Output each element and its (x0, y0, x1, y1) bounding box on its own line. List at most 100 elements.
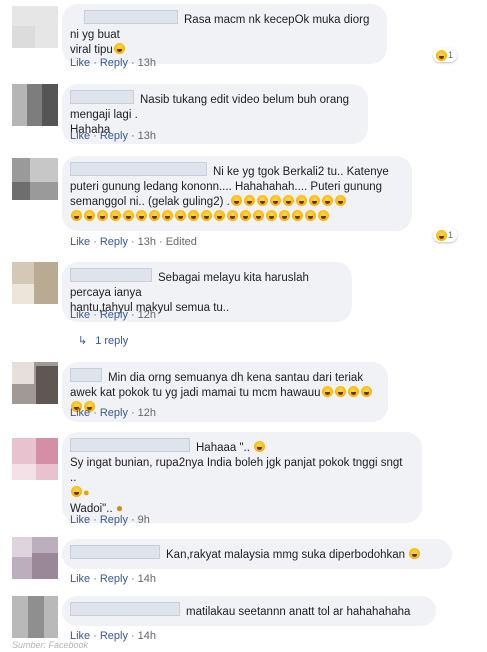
reply-link[interactable]: Reply (100, 630, 128, 642)
laughing-emoji-icon (136, 210, 147, 221)
like-link[interactable]: Like (70, 407, 90, 419)
commenter-name[interactable] (70, 162, 207, 176)
comment-text: awek kat pokok tu yg jadi mamai tu mcm h… (70, 387, 321, 399)
timestamp[interactable]: 13h (138, 57, 156, 69)
laughing-emoji-icon (321, 195, 333, 206)
comment-text: puteri gunung ledang kononn.... Hahahaha… (70, 181, 383, 193)
thumbs-up-emoji-icon: ● (83, 487, 90, 499)
laughing-emoji-icon (71, 210, 82, 221)
laughing-emoji-icon (253, 210, 264, 221)
edited-label: Edited (165, 236, 197, 248)
laughing-emoji-icon (97, 210, 108, 221)
laughing-emoji-icon (110, 210, 121, 221)
laughing-emoji-icon (308, 195, 320, 206)
comment-actions: Like · Reply · 12h (70, 309, 157, 321)
avatar[interactable] (12, 6, 58, 48)
comment-text: Min dia orng semuanya dh kena santau dar… (108, 372, 364, 384)
comment-bubble: Ni ke yg tgok Berkali2 tu.. Katenye pute… (62, 156, 412, 231)
laughing-emoji-icon (334, 195, 346, 206)
laughing-emoji-icon (409, 548, 421, 559)
laughing-emoji-icon (71, 486, 82, 497)
commenter-name[interactable] (70, 602, 180, 616)
timestamp[interactable]: 13h (138, 130, 156, 142)
reply-link[interactable]: Reply (100, 514, 128, 526)
avatar[interactable] (12, 438, 58, 480)
timestamp[interactable]: 12h (138, 407, 156, 419)
timestamp[interactable]: 9h (138, 514, 150, 526)
laughing-emoji-icon (292, 210, 303, 221)
view-replies-link[interactable]: ↳ 1 reply (78, 334, 128, 347)
laughing-emoji-icon (305, 210, 316, 221)
avatar[interactable] (12, 537, 58, 579)
commenter-name[interactable] (70, 438, 190, 452)
avatar[interactable] (12, 158, 58, 200)
laughing-emoji-icon (188, 210, 199, 221)
laughing-emoji-icon (254, 441, 266, 452)
laughing-emoji-icon (214, 210, 225, 221)
laughing-emoji-icon (295, 195, 307, 206)
laughing-emoji-icon (269, 195, 281, 206)
timestamp[interactable]: 12h (138, 309, 156, 321)
commenter-name[interactable] (70, 90, 134, 104)
timestamp[interactable]: 14h (138, 630, 156, 642)
laughing-emoji-icon (266, 210, 277, 221)
comment-text: Ni ke yg tgok Berkali2 tu.. Katenye (213, 166, 389, 178)
comment-actions: Like · Reply · 13h · Edited (70, 236, 197, 248)
laughing-emoji-icon (435, 229, 447, 241)
laughing-emoji-icon (321, 386, 333, 397)
comment-text: Kan,rakyat malaysia mmg suka diperbodohk… (166, 549, 406, 561)
like-link[interactable]: Like (70, 514, 90, 526)
laughing-emoji-icon (162, 210, 173, 221)
avatar[interactable] (12, 596, 58, 638)
laughing-emoji-icon (149, 210, 160, 221)
commenter-name[interactable] (84, 10, 178, 24)
like-link[interactable]: Like (70, 130, 90, 142)
comment-text: Hahaaa ".. (196, 442, 254, 454)
reply-link[interactable]: Reply (100, 309, 128, 321)
reply-link[interactable]: Reply (100, 236, 128, 248)
image-source-caption: Sumber: Facebook (12, 640, 89, 650)
timestamp[interactable]: 13h (138, 236, 156, 248)
person-emoji-icon: ● (115, 501, 124, 515)
avatar[interactable] (12, 362, 58, 404)
laughing-emoji-icon (347, 386, 359, 397)
timestamp[interactable]: 14h (138, 573, 156, 585)
commenter-name[interactable] (70, 268, 152, 282)
reply-link[interactable]: Reply (100, 130, 128, 142)
laughing-emoji-icon (84, 210, 95, 221)
like-link[interactable]: Like (70, 573, 90, 585)
comment-bubble: Kan,rakyat malaysia mmg suka diperbodohk… (62, 539, 452, 569)
like-link[interactable]: Like (70, 57, 90, 69)
comment-text: matilakau seetannn anatt tol ar hahahaha… (186, 606, 411, 618)
comment-bubble: Rasa macm nk kecepOk muka diorg ni yg bu… (62, 4, 387, 64)
reaction-summary[interactable]: 1 (432, 48, 457, 62)
laughing-emoji-icon (113, 43, 125, 54)
commenter-name[interactable] (70, 368, 102, 382)
reply-link[interactable]: Reply (100, 407, 128, 419)
laughing-emoji-icon (201, 210, 212, 221)
reply-link[interactable]: Reply (100, 57, 128, 69)
laughing-emoji-icon (227, 210, 238, 221)
laughing-emoji-icon (240, 210, 251, 221)
like-link[interactable]: Like (70, 236, 90, 248)
comment-text: Sy ingat bunian, rupa2nya India boleh jg… (70, 457, 403, 484)
comment-actions: Like · Reply · 9h (70, 514, 150, 526)
avatar[interactable] (12, 84, 58, 126)
comment-actions: Like · Reply · 13h (70, 130, 157, 142)
commenter-name[interactable] (70, 545, 160, 559)
reply-link[interactable]: Reply (100, 573, 128, 585)
laughing-emoji-icon (334, 386, 346, 397)
reply-arrow-icon: ↳ (78, 335, 88, 347)
reaction-summary[interactable]: 1 (432, 228, 457, 242)
comment-text: viral tipu (70, 44, 113, 56)
avatar[interactable] (12, 262, 58, 304)
comment-bubble: matilakau seetannn anatt tol ar hahahaha… (62, 596, 436, 626)
comment-actions: Like · Reply · 14h (70, 573, 157, 585)
laughing-emoji-icon (243, 195, 255, 206)
comment-text: semanggol ni.. (gelak guling2) . (70, 196, 230, 208)
comment-actions: Like · Reply · 12h (70, 407, 157, 419)
comment-actions: Like · Reply · 13h (70, 57, 157, 69)
like-link[interactable]: Like (70, 309, 90, 321)
laughing-emoji-icon (318, 210, 329, 221)
laughing-emoji-icon (175, 210, 186, 221)
